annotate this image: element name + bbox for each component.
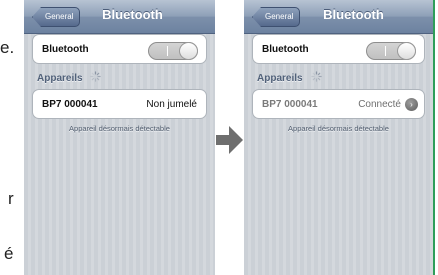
bluetooth-toggle[interactable]: [366, 42, 416, 60]
discoverable-note: Appareil désormais détectable: [288, 124, 389, 133]
bluetooth-toggle[interactable]: [148, 42, 198, 60]
cropped-text-column: e. r é: [0, 0, 26, 275]
loading-spinner-icon: [311, 71, 322, 82]
devices-section-header: Appareils: [257, 73, 303, 84]
bluetooth-label: Bluetooth: [42, 44, 89, 55]
loading-spinner-icon: [90, 71, 101, 82]
device-row[interactable]: BP7 000041 Connecté ›: [252, 89, 425, 119]
device-status: Non jumelé: [146, 99, 197, 110]
navigation-bar: General Bluetooth: [24, 0, 215, 34]
toggle-on-indicator: [167, 46, 168, 56]
cropped-text-fragment: r: [8, 189, 14, 208]
chevron-right-icon[interactable]: ›: [405, 98, 418, 111]
device-name: BP7 000041: [262, 99, 318, 110]
navigation-bar: General Bluetooth: [244, 0, 433, 34]
device-status: Connecté: [358, 99, 401, 110]
device-name: BP7 000041: [42, 99, 98, 110]
toggle-on-indicator: [385, 46, 386, 56]
page-title: Bluetooth: [323, 7, 384, 22]
bluetooth-label: Bluetooth: [262, 44, 309, 55]
cropped-text-fragment: e.: [0, 38, 15, 57]
arrow-right-icon: [216, 126, 243, 154]
bluetooth-setting-row: Bluetooth: [252, 34, 425, 64]
phone-screen-before: General Bluetooth Bluetooth Appareils BP…: [24, 0, 215, 275]
toggle-knob: [397, 42, 416, 60]
bluetooth-setting-row: Bluetooth: [32, 34, 207, 64]
phone-screen-after: General Bluetooth Bluetooth Appareils BP…: [244, 0, 435, 275]
cropped-text-fragment: é: [4, 244, 14, 263]
devices-section-header: Appareils: [37, 73, 83, 84]
device-row[interactable]: BP7 000041 Non jumelé: [32, 89, 207, 119]
discoverable-note: Appareil désormais détectable: [69, 124, 170, 133]
toggle-knob: [179, 42, 198, 60]
page-title: Bluetooth: [102, 7, 163, 22]
